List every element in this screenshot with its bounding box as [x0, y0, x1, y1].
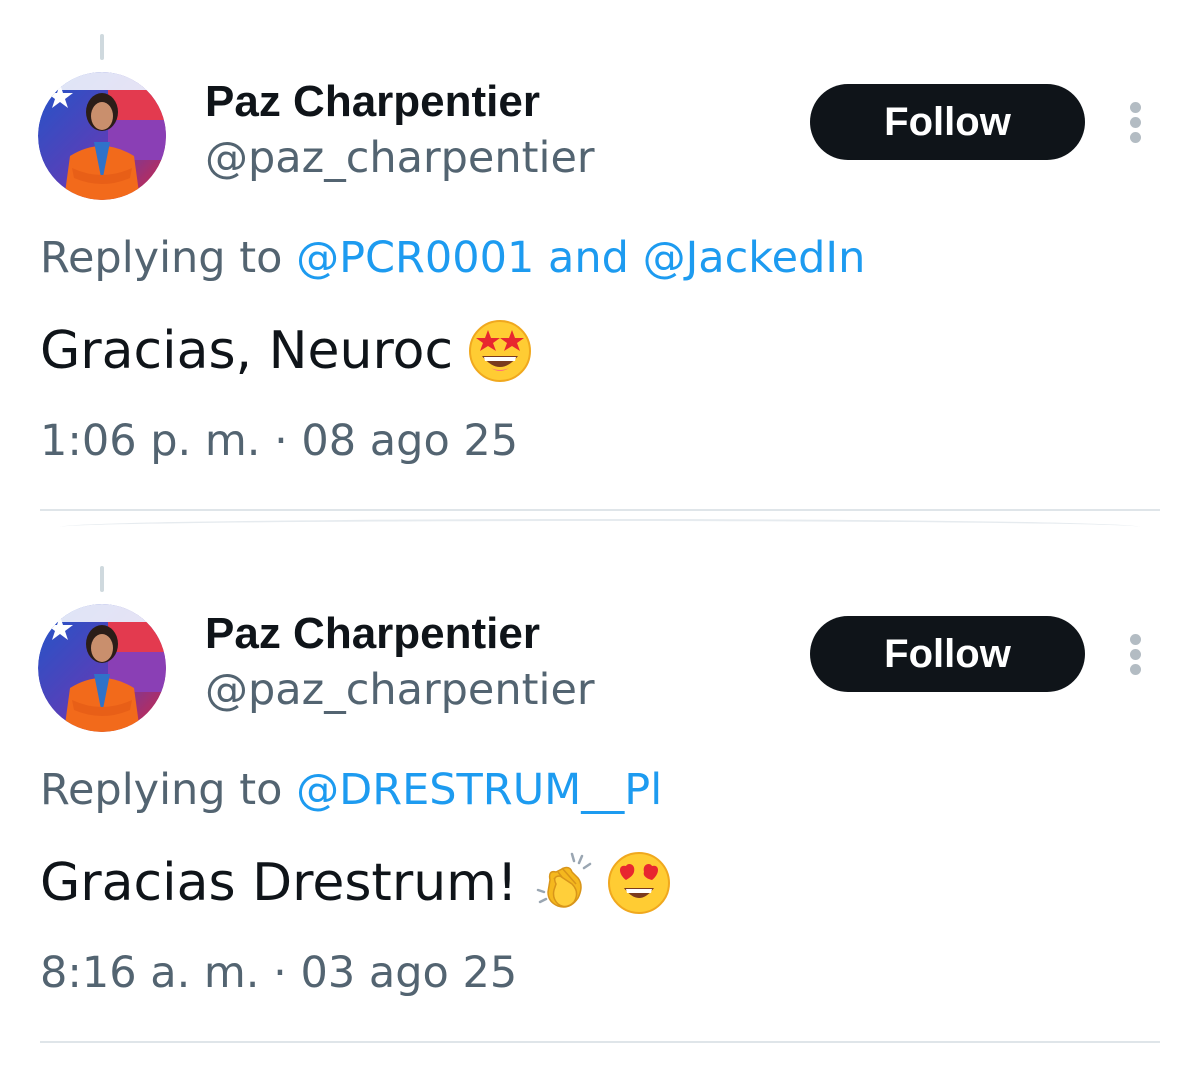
dot [1130, 102, 1141, 113]
replying-to-line: Replying to @DRESTRUM__Pl [40, 762, 662, 818]
tweet-text-content: Gracias, Neuroc [40, 321, 454, 381]
dot [1130, 649, 1141, 660]
author-name[interactable]: Paz Charpentier [205, 608, 540, 660]
thread-connector-line [100, 34, 104, 60]
tweet-text: Gracias Drestrum! [40, 850, 672, 916]
heart-eyes-emoji-icon [606, 850, 672, 916]
thread-connector-line [100, 566, 104, 592]
replying-to-label: Replying to [40, 233, 283, 283]
avatar[interactable] [38, 72, 166, 200]
tweet-timestamp[interactable]: 1:06 p. m. · 08 ago 25 [40, 412, 518, 470]
dot [1130, 117, 1141, 128]
mention-link[interactable]: @PCR0001 [296, 233, 534, 283]
avatar[interactable] [38, 604, 166, 732]
more-options-icon[interactable] [1118, 628, 1154, 680]
mention-link[interactable]: @JackedIn [643, 233, 866, 283]
replying-to-label: Replying to [40, 765, 283, 815]
tweet[interactable]: Paz Charpentier @paz_charpentier Follow … [0, 0, 1200, 530]
follow-button[interactable]: Follow [810, 84, 1085, 160]
divider [40, 509, 1160, 511]
tweet-text-content: Gracias Drestrum! [40, 853, 518, 913]
author-handle[interactable]: @paz_charpentier [205, 664, 595, 716]
tweet-timestamp[interactable]: 8:16 a. m. · 03 ago 25 [40, 944, 517, 1002]
tweet-text: Gracias, Neuroc [40, 318, 533, 384]
replying-joiner: and [548, 233, 629, 283]
mention-link[interactable]: @DRESTRUM__Pl [296, 765, 662, 815]
clapping-hands-emoji-icon [532, 850, 598, 916]
dot [1130, 664, 1141, 675]
author-handle[interactable]: @paz_charpentier [205, 132, 595, 184]
more-options-icon[interactable] [1118, 96, 1154, 148]
dot [1130, 634, 1141, 645]
divider [40, 1041, 1160, 1043]
follow-button[interactable]: Follow [810, 616, 1085, 692]
replying-to-line: Replying to @PCR0001 and @JackedIn [40, 230, 865, 286]
author-name[interactable]: Paz Charpentier [205, 76, 540, 128]
dot [1130, 132, 1141, 143]
star-struck-emoji-icon [467, 318, 533, 384]
tweet[interactable]: Paz Charpentier @paz_charpentier Follow … [0, 532, 1200, 1062]
